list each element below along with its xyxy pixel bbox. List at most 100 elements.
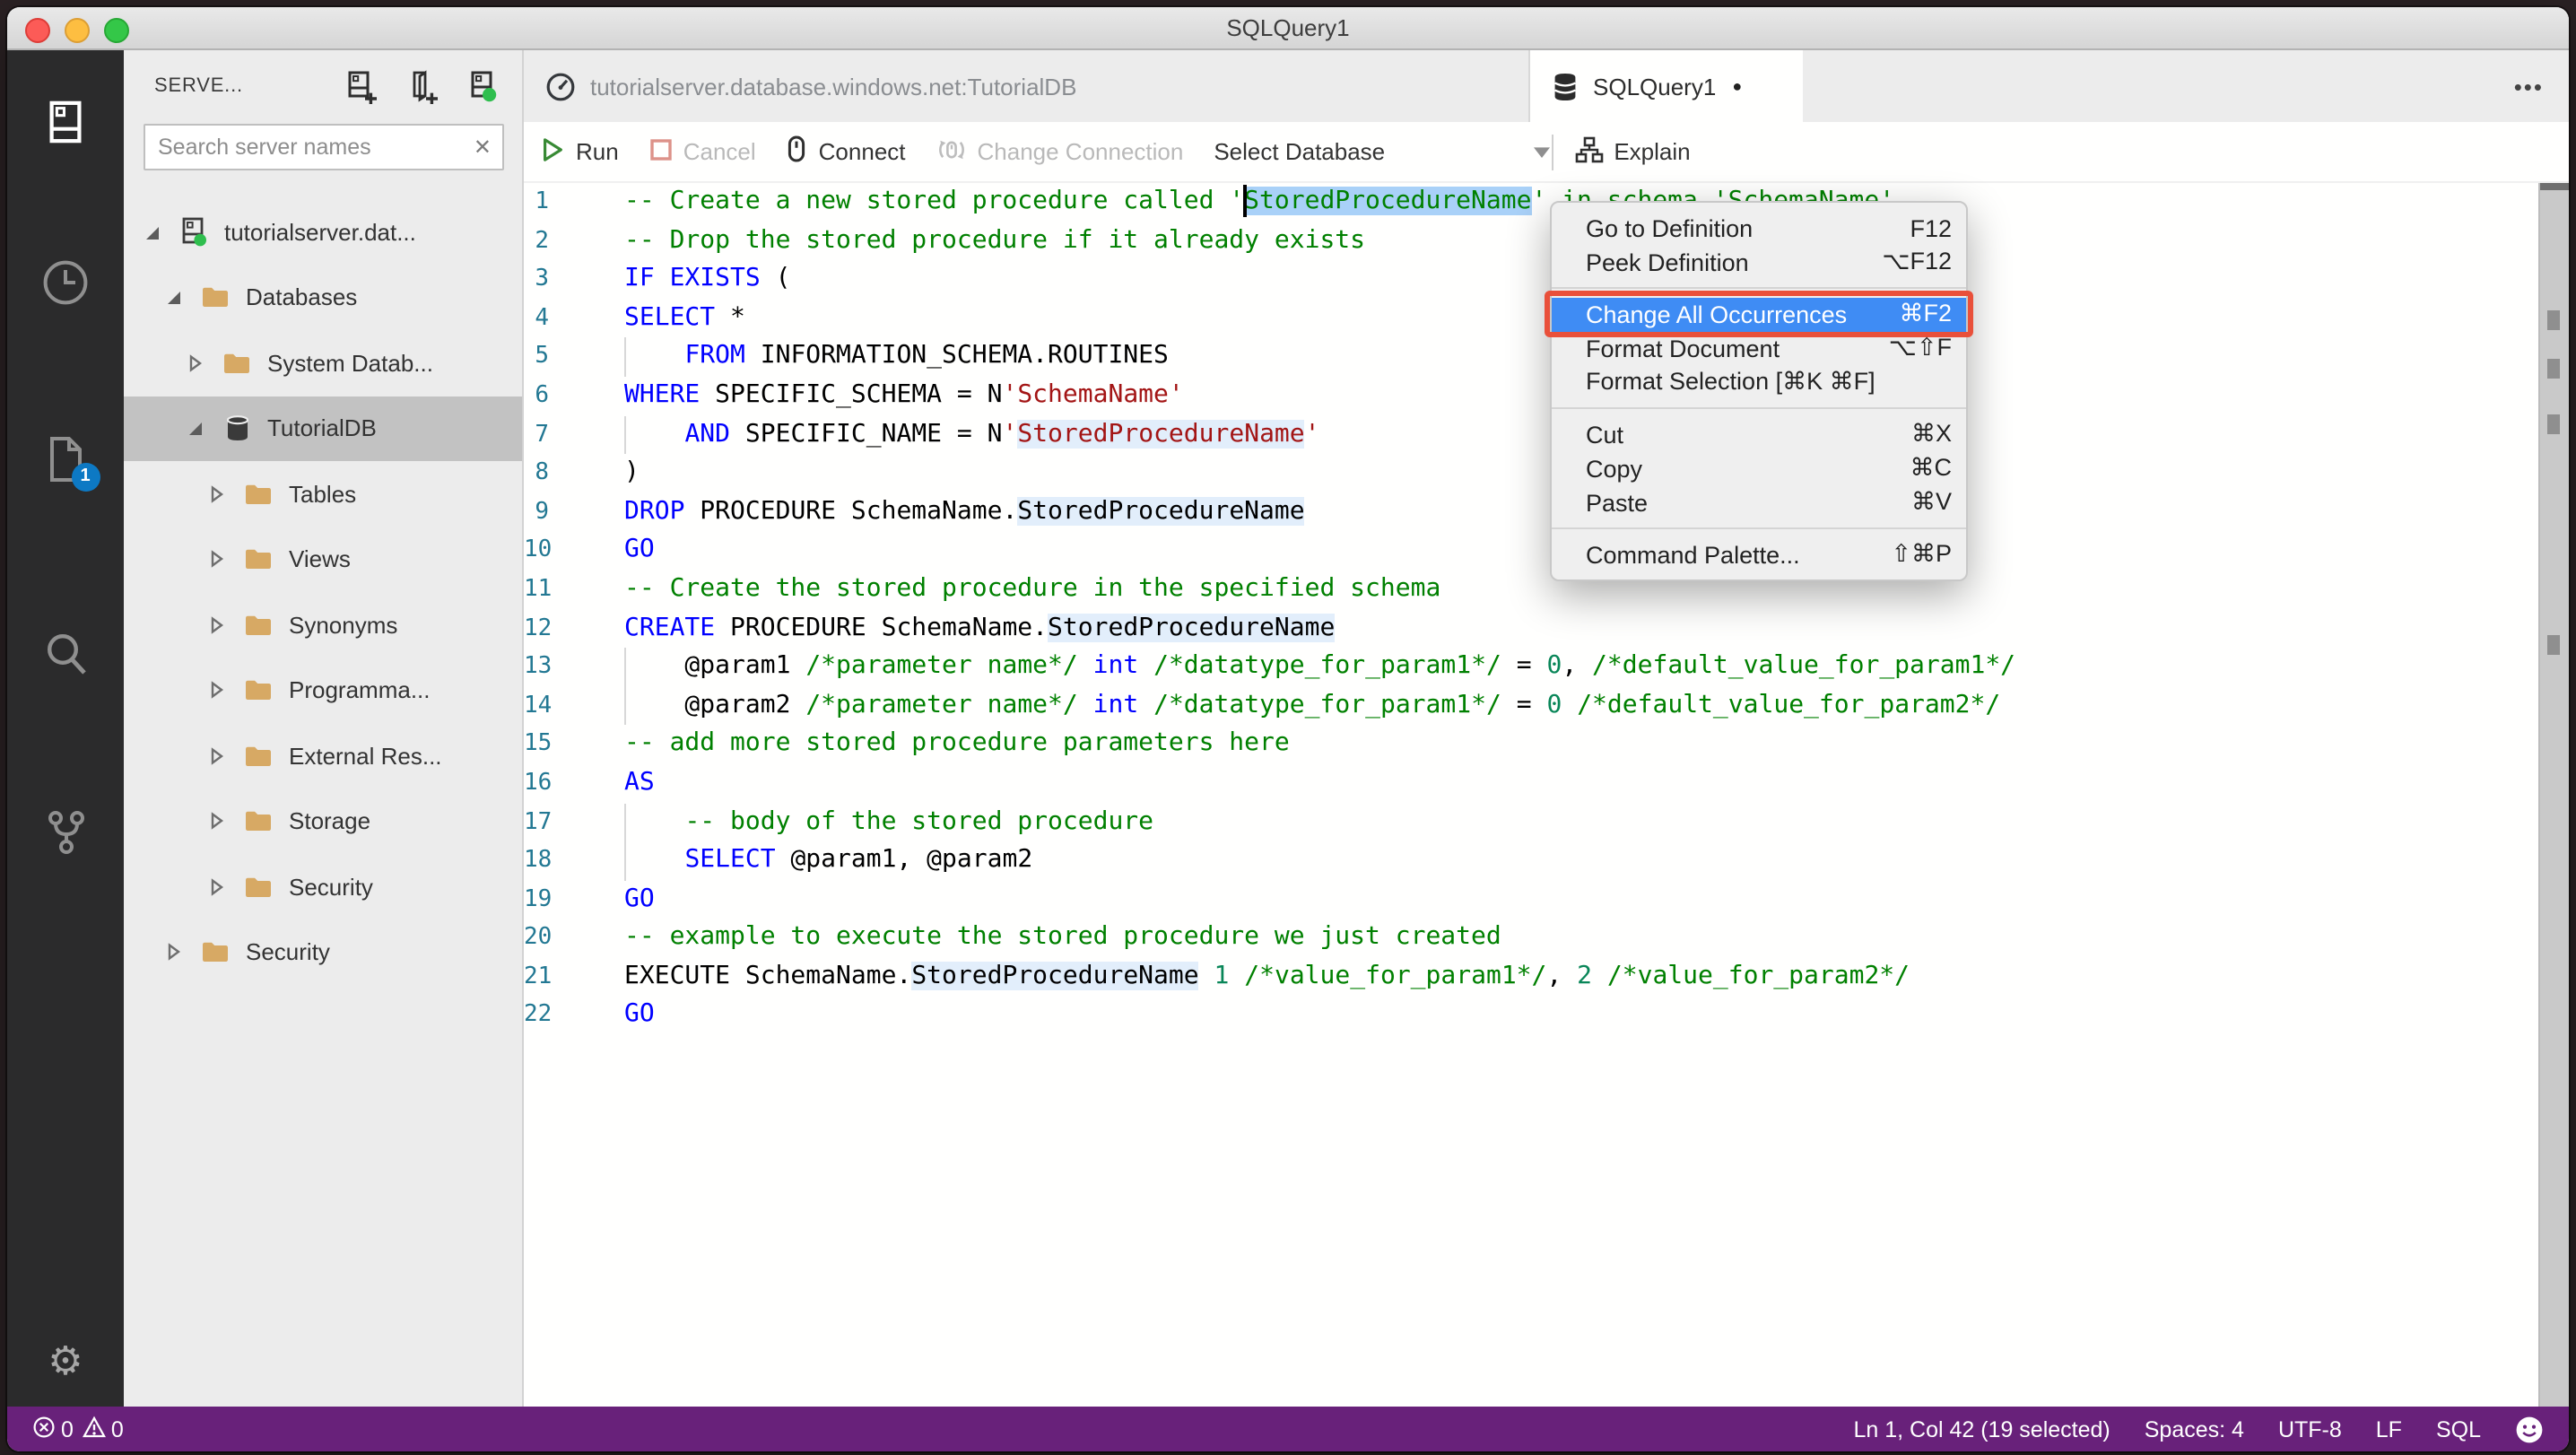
menu-item-label: Format Document	[1586, 335, 1780, 362]
twisty-collapsed-icon[interactable]	[160, 943, 185, 963]
line-number: 6	[535, 381, 549, 409]
menu-item-go-to-definition[interactable]: Go to Definition F12	[1552, 211, 1966, 245]
status-language-mode[interactable]: SQL	[2436, 1416, 2481, 1442]
tree-item-synonyms[interactable]: Synonyms	[124, 592, 522, 658]
new-connection-icon[interactable]	[344, 69, 379, 103]
menu-item-label: Cut	[1586, 421, 1624, 448]
twisty-collapsed-icon[interactable]	[203, 550, 228, 570]
tab-server-dashboard[interactable]: tutorialserver.database.windows.net:Tuto…	[524, 50, 1530, 122]
twisty-collapsed-icon[interactable]	[181, 353, 206, 373]
line-number: 15	[524, 730, 553, 758]
menu-item-cut[interactable]: Cut ⌘X	[1552, 417, 1966, 451]
tree-item-views[interactable]: Views	[124, 527, 522, 592]
search-server-input[interactable]: Search server names ✕	[144, 124, 504, 170]
folder-icon	[244, 810, 273, 833]
tree-item-external-res[interactable]: External Res...	[124, 723, 522, 788]
editor-scrollbar[interactable]	[2538, 183, 2569, 1407]
status-right-items: Ln 1, Col 42 (19 selected) Spaces: 4 UTF-8…	[1853, 1415, 2544, 1443]
menu-item-shortcut: ⇧⌘P	[1891, 540, 1952, 567]
twisty-collapsed-icon[interactable]	[203, 746, 228, 766]
status-cursor-position[interactable]: Ln 1, Col 42 (19 selected)	[1853, 1416, 2110, 1442]
menu-item-format-document[interactable]: Format Document ⌥⇧F	[1552, 331, 1966, 365]
search-icon	[41, 630, 90, 687]
menu-item-copy[interactable]: Copy ⌘C	[1552, 451, 1966, 485]
tree-item-storage[interactable]: Storage	[124, 788, 522, 854]
line-number: 13	[524, 653, 553, 681]
new-server-group-icon[interactable]	[405, 69, 439, 103]
menu-item-label: Format Selection [⌘K ⌘F]	[1586, 368, 1875, 395]
tab-sqlquery1[interactable]: SQLQuery1 ●	[1530, 50, 1803, 122]
code-line-11: 11 -- Create the stored procedure in the …	[524, 571, 2540, 609]
activity-item-search[interactable]	[7, 623, 124, 694]
indent-guide	[624, 841, 626, 881]
menu-item-peek-definition[interactable]: Peek Definition ⌥F12	[1552, 245, 1966, 279]
server-tree: tutorialserver.dat... Databases System Dat…	[124, 199, 522, 985]
plug-icon	[787, 135, 808, 169]
tree-item-system-datab[interactable]: System Datab...	[124, 330, 522, 396]
menu-item-shortcut: ⌥F12	[1882, 248, 1952, 274]
folder-icon	[244, 548, 273, 571]
line-number: 21	[524, 963, 553, 990]
tree-item-tutorialserver-dat[interactable]: tutorialserver.dat...	[124, 199, 522, 265]
overview-ruler-mark	[2547, 359, 2560, 379]
tree-item-databases[interactable]: Databases	[124, 265, 522, 330]
line-number: 19	[524, 885, 553, 913]
menu-item-command-palette[interactable]: Command Palette... ⇧⌘P	[1552, 537, 1966, 571]
code-editor[interactable]: 1 -- Create a new stored procedure called…	[524, 183, 2569, 1407]
cancel-button[interactable]: Cancel	[649, 137, 756, 166]
status-indentation[interactable]: Spaces: 4	[2145, 1416, 2244, 1442]
status-encoding[interactable]: UTF-8	[2278, 1416, 2342, 1442]
feedback-smiley-icon[interactable]	[2515, 1415, 2544, 1443]
gear-icon[interactable]: ⚙	[7, 1338, 124, 1385]
tree-item-label: tutorialserver.dat...	[224, 218, 416, 246]
tree-item-tables[interactable]: Tables	[124, 461, 522, 527]
explain-icon	[1574, 135, 1603, 168]
editor-actions-menu-icon[interactable]: •••	[2514, 50, 2544, 122]
error-count: 0	[61, 1416, 74, 1442]
activity-item-servers[interactable]	[7, 90, 124, 161]
problems-indicator[interactable]: 0 0	[32, 1415, 124, 1443]
overview-ruler-mark	[2547, 635, 2560, 655]
line-number: 8	[535, 459, 549, 487]
twisty-collapsed-icon[interactable]	[203, 877, 228, 897]
code-line-1: 1 -- Create a new stored procedure called…	[524, 183, 2540, 222]
select-database-dropdown[interactable]: Select Database	[1214, 138, 1551, 165]
menu-item-shortcut: ⌘F2	[1899, 300, 1952, 327]
query-toolbar: Run Cancel Connect Change Connection Sel…	[524, 122, 2569, 183]
active-connections-icon[interactable]	[466, 69, 500, 103]
activity-item-task-history[interactable]	[7, 251, 124, 323]
indent-guide	[624, 686, 626, 726]
sidebar-title: SERVE...	[154, 75, 243, 97]
twisty-collapsed-icon[interactable]	[203, 484, 228, 504]
twisty-expanded-icon[interactable]	[181, 419, 206, 439]
code-line-8: 8)	[524, 454, 2540, 492]
line-number: 4	[535, 304, 549, 332]
twisty-expanded-icon[interactable]	[138, 222, 163, 242]
status-eol[interactable]: LF	[2376, 1416, 2402, 1442]
connect-button[interactable]: Connect	[787, 135, 906, 169]
activity-item-open-editors[interactable]: 1	[7, 427, 124, 499]
cancel-icon	[649, 137, 673, 166]
tree-item-security[interactable]: Security	[124, 854, 522, 919]
menu-item-format-selection-k-f[interactable]: Format Selection [⌘K ⌘F]	[1552, 365, 1966, 399]
line-number: 12	[524, 614, 553, 642]
tree-item-tutorialdb[interactable]: TutorialDB	[124, 396, 522, 461]
twisty-collapsed-icon[interactable]	[203, 615, 228, 635]
run-button[interactable]: Run	[540, 135, 619, 168]
dashboard-icon	[545, 71, 576, 101]
menu-item-change-all-occurrences[interactable]: Change All Occurrences ⌘F2	[1545, 291, 1973, 337]
activity-item-source-control[interactable]	[7, 800, 124, 872]
folder-icon	[244, 614, 273, 637]
twisty-expanded-icon[interactable]	[160, 288, 185, 308]
twisty-collapsed-icon[interactable]	[203, 681, 228, 701]
line-number: 10	[524, 536, 553, 564]
tree-item-label: Synonyms	[289, 611, 398, 639]
tree-item-programma[interactable]: Programma...	[124, 658, 522, 723]
twisty-collapsed-icon[interactable]	[203, 812, 228, 832]
folder-icon	[201, 941, 230, 964]
menu-item-paste[interactable]: Paste ⌘V	[1552, 485, 1966, 519]
tree-item-security[interactable]: Security	[124, 919, 522, 985]
clear-search-icon[interactable]: ✕	[474, 135, 492, 160]
change-connection-button[interactable]: Change Connection	[936, 134, 1183, 170]
explain-button[interactable]: Explain	[1574, 135, 1691, 168]
